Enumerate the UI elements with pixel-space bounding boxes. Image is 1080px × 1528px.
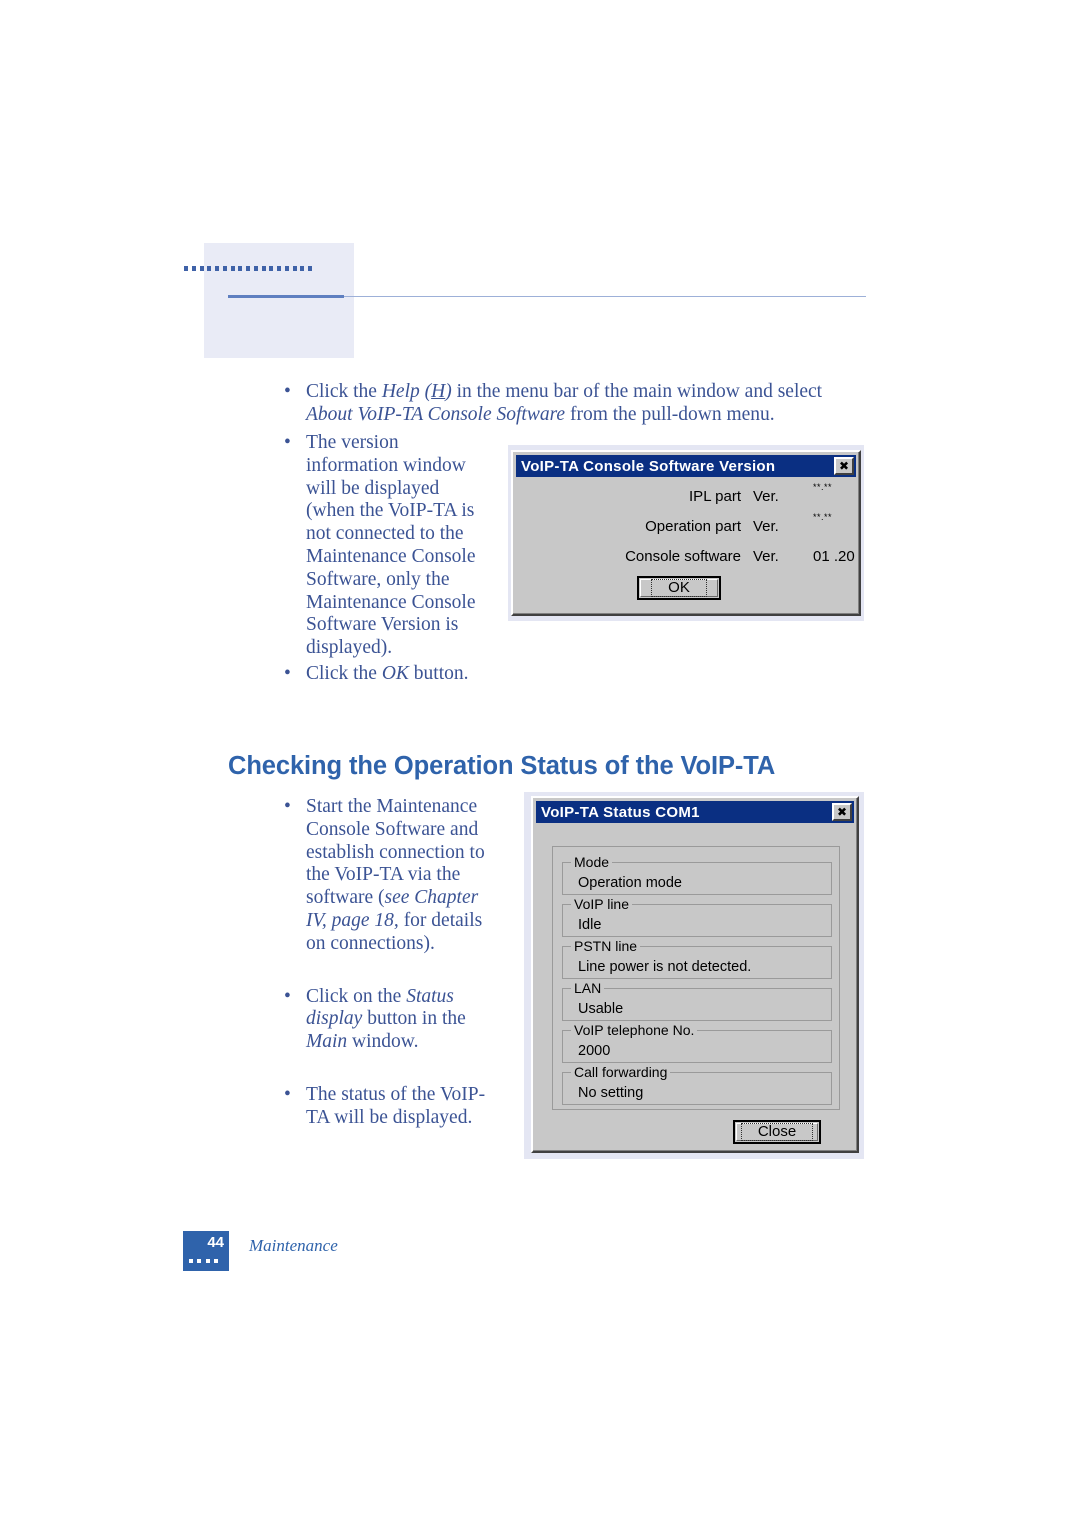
step-text: Click the Help (H) in the menu bar of th… (306, 381, 822, 425)
bullet-glyph: • (284, 796, 291, 817)
version-row-ver-label: Ver. (753, 547, 779, 565)
list-item: • Start the Maintenance Console Software… (278, 796, 500, 956)
version-row-value: **.** (813, 512, 833, 522)
step-text: The status of the VoIP-TA will be displa… (306, 1083, 486, 1128)
group-value: Idle (578, 917, 602, 933)
version-row-value: **.** (813, 482, 833, 492)
footer-chapter-label: Maintenance (249, 1236, 338, 1255)
version-row-console: Console software Ver. 01 .20 (513, 545, 859, 567)
dialog-title: VoIP-TA Console Software Version (521, 457, 776, 475)
group-pstn-line: PSTN line Line power is not detected. (562, 939, 832, 979)
help-menu-name: Help ( (381, 381, 432, 402)
status-button-name-2: display (306, 1008, 363, 1030)
main-window-name: Main (306, 1031, 348, 1053)
ok-button[interactable]: OK (637, 576, 721, 600)
version-row-operation: Operation part Ver. **.** (513, 512, 859, 537)
status-button-name-1: Status (406, 985, 454, 1007)
bullet-glyph: • (284, 663, 291, 684)
step-text-part: from the pull-down menu. (565, 403, 775, 425)
version-row-ver-label: Ver. (753, 487, 779, 505)
step-text-part: Click the (306, 381, 382, 402)
group-value: Usable (578, 1001, 624, 1017)
dialog-voip-ta-status: VoIP-TA Status COM1 ✖ Mode Operation mod… (531, 796, 859, 1153)
group-call-forwarding: Call forwarding No setting (562, 1065, 832, 1105)
list-item: • Click on the Status display button in … (278, 986, 500, 1054)
version-row-label: IPL part (689, 487, 741, 505)
step-text-part: window. (347, 1031, 419, 1053)
page-number-badge: 44 (183, 1231, 229, 1271)
step-list-version: • Click the Help (H) in the menu bar of … (278, 381, 838, 427)
step-text: Click the OK button. (306, 663, 469, 684)
group-legend: VoIP line (571, 897, 633, 911)
group-legend: VoIP telephone No. (571, 1023, 698, 1037)
step-version-window: • The version information window will be… (278, 432, 492, 660)
group-value: 2000 (578, 1043, 611, 1059)
list-item: • Click the OK button. (278, 663, 578, 686)
step-text: Click on the Status display button in th… (306, 986, 466, 1053)
group-legend: Mode (571, 855, 613, 869)
ok-button-face: OK (640, 579, 718, 597)
group-lan: LAN Usable (562, 981, 832, 1021)
group-voip-telephone-no: VoIP telephone No. 2000 (562, 1023, 832, 1063)
dialog-console-software-version: VoIP-TA Console Software Version ✖ IPL p… (511, 450, 861, 616)
header-accent-box (204, 243, 354, 358)
ok-button-label: OK (651, 579, 707, 597)
menu-item-about: About VoIP-TA Console Software (306, 403, 566, 425)
step-text-part: button. (408, 663, 469, 684)
bullet-glyph: • (284, 985, 291, 1007)
dialog-titlebar[interactable]: VoIP-TA Status COM1 ✖ (536, 801, 854, 823)
group-legend: Call forwarding (571, 1065, 671, 1079)
footer-dot-row (189, 1259, 218, 1263)
group-mode: Mode Operation mode (562, 855, 832, 895)
step-text: Start the Maintenance Console Software a… (306, 796, 485, 954)
header-rule-thick (228, 295, 344, 298)
group-voip-line: VoIP line Idle (562, 897, 832, 937)
group-value: Line power is not detected. (578, 959, 752, 975)
step-list-status: • Start the Maintenance Console Software… (278, 796, 500, 1152)
step-text-part: Click the (306, 663, 382, 684)
bullet-glyph: • (284, 432, 291, 453)
group-value: Operation mode (578, 875, 682, 891)
step-text-part: button in the (362, 1008, 466, 1030)
cross-ref-page: page 18, (331, 909, 399, 931)
group-legend: LAN (571, 981, 605, 995)
step-text: The version information window will be d… (306, 432, 476, 659)
close-icon[interactable]: ✖ (834, 457, 854, 475)
close-button-face: Close (736, 1123, 818, 1141)
version-row-value: 01 .20 (813, 547, 855, 565)
list-item: • The status of the VoIP-TA will be disp… (278, 1084, 500, 1130)
group-value: No setting (578, 1085, 644, 1101)
bullet-glyph: • (284, 1083, 291, 1105)
version-row-ver-label: Ver. (753, 517, 779, 535)
header-dot-row (184, 266, 312, 272)
page-title: Checking the Operation Status of the VoI… (228, 752, 776, 781)
version-row-label: Operation part (645, 517, 741, 535)
ok-button-name: OK (381, 663, 409, 684)
step-text-part: in the menu bar of the main window and s… (451, 381, 823, 402)
close-button-label: Close (740, 1123, 814, 1141)
dialog-titlebar[interactable]: VoIP-TA Console Software Version ✖ (516, 455, 856, 477)
close-icon[interactable]: ✖ (832, 803, 852, 821)
version-row-label: Console software (625, 547, 741, 565)
step-text-part: Click on the (306, 985, 407, 1007)
list-item: • The version information window will be… (278, 432, 492, 660)
status-panel: Mode Operation mode VoIP line Idle PSTN … (552, 846, 840, 1110)
group-legend: PSTN line (571, 939, 641, 953)
version-row-ipl: IPL part Ver. **.** (513, 482, 859, 507)
dialog-title: VoIP-TA Status COM1 (541, 803, 700, 821)
step-click-ok: • Click the OK button. (278, 663, 578, 686)
help-menu-mnemonic: H (431, 381, 446, 402)
close-button[interactable]: Close (733, 1120, 821, 1144)
bullet-glyph: • (284, 381, 291, 402)
page-number: 44 (207, 1234, 224, 1251)
list-item: • Click the Help (H) in the menu bar of … (278, 381, 838, 427)
